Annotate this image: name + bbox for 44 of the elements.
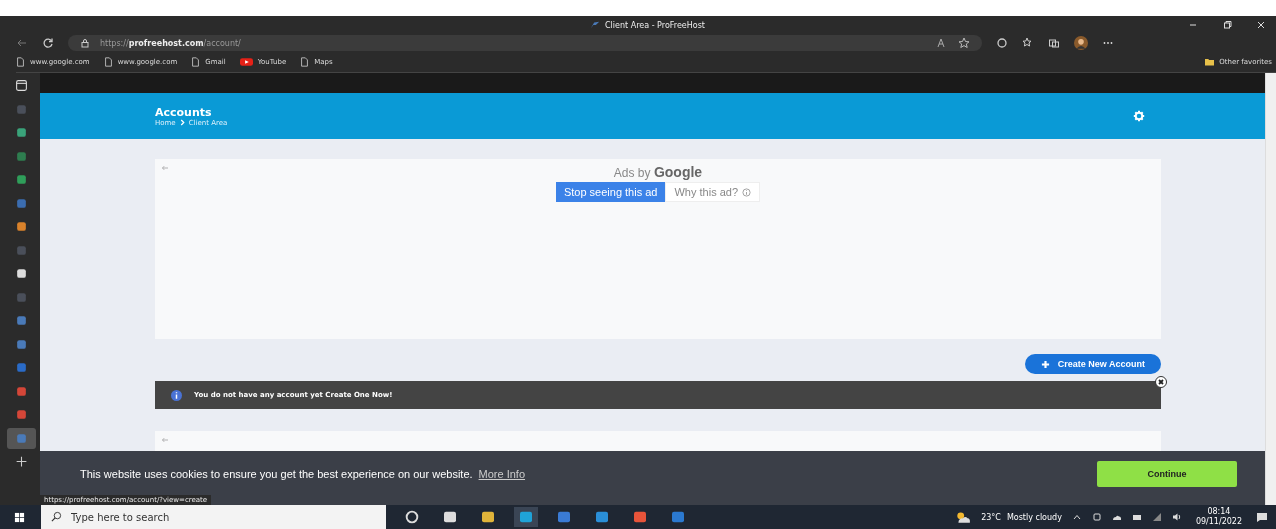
continue-button[interactable]: Continue xyxy=(1097,461,1237,487)
create-account-button[interactable]: Create New Account xyxy=(1024,354,1161,374)
close-icon[interactable] xyxy=(1155,376,1167,388)
page-title: Accounts xyxy=(155,105,213,119)
info-icon xyxy=(171,389,182,401)
lock-icon xyxy=(80,38,90,48)
restore-icon[interactable] xyxy=(1222,20,1232,30)
why-this-ad-button[interactable]: Why this ad? xyxy=(665,182,761,202)
page-icon xyxy=(16,57,25,67)
cookie-message: This website uses cookies to ensure you get the best experience on our website. xyxy=(80,468,473,480)
settings-icon[interactable] xyxy=(1133,110,1145,122)
refresh-icon[interactable] xyxy=(42,37,54,49)
folder-icon xyxy=(1205,57,1215,67)
page-icon xyxy=(300,57,310,67)
page-icon xyxy=(103,57,113,67)
tray-icon[interactable] xyxy=(1091,512,1102,522)
back-icon[interactable] xyxy=(16,37,28,49)
weather-condition: Mostly cloudy xyxy=(1006,512,1062,522)
favorites-icon[interactable] xyxy=(1022,37,1034,49)
chevron-up-icon[interactable] xyxy=(1071,512,1082,522)
clock-date: 09/11/2022 xyxy=(1195,517,1242,527)
collections-icon[interactable] xyxy=(1048,37,1060,49)
scrollbar[interactable] xyxy=(1265,73,1276,505)
volume-icon[interactable] xyxy=(1171,512,1182,522)
stop-seeing-ad-button[interactable]: Stop seeing this ad xyxy=(555,182,666,202)
weather-temperature: 23°C xyxy=(981,512,1001,522)
info-icon xyxy=(742,187,752,197)
clock-time: 08:14 xyxy=(1207,507,1231,517)
address-field[interactable]: https://profreehost.com/account/ xyxy=(68,35,982,51)
wifi-icon[interactable] xyxy=(1151,512,1162,522)
chevron-icon xyxy=(179,119,185,126)
url-text: https://profreehost.com/account/ xyxy=(100,38,241,48)
avatar-icon[interactable] xyxy=(1074,36,1088,50)
plus-icon xyxy=(1040,359,1050,369)
more-info-link[interactable]: More Info xyxy=(478,468,526,480)
search-icon xyxy=(51,511,62,522)
page-icon xyxy=(191,57,201,67)
star-icon[interactable] xyxy=(958,37,970,49)
notification-icon[interactable] xyxy=(1256,511,1268,523)
start-icon[interactable] xyxy=(14,511,25,523)
play-icon xyxy=(239,57,253,67)
window-title: Client Area - ProFreeHost xyxy=(605,20,705,30)
ads-by-label: Ads by Google xyxy=(613,164,703,180)
taskbar-search-field[interactable]: Type here to search xyxy=(41,505,386,529)
